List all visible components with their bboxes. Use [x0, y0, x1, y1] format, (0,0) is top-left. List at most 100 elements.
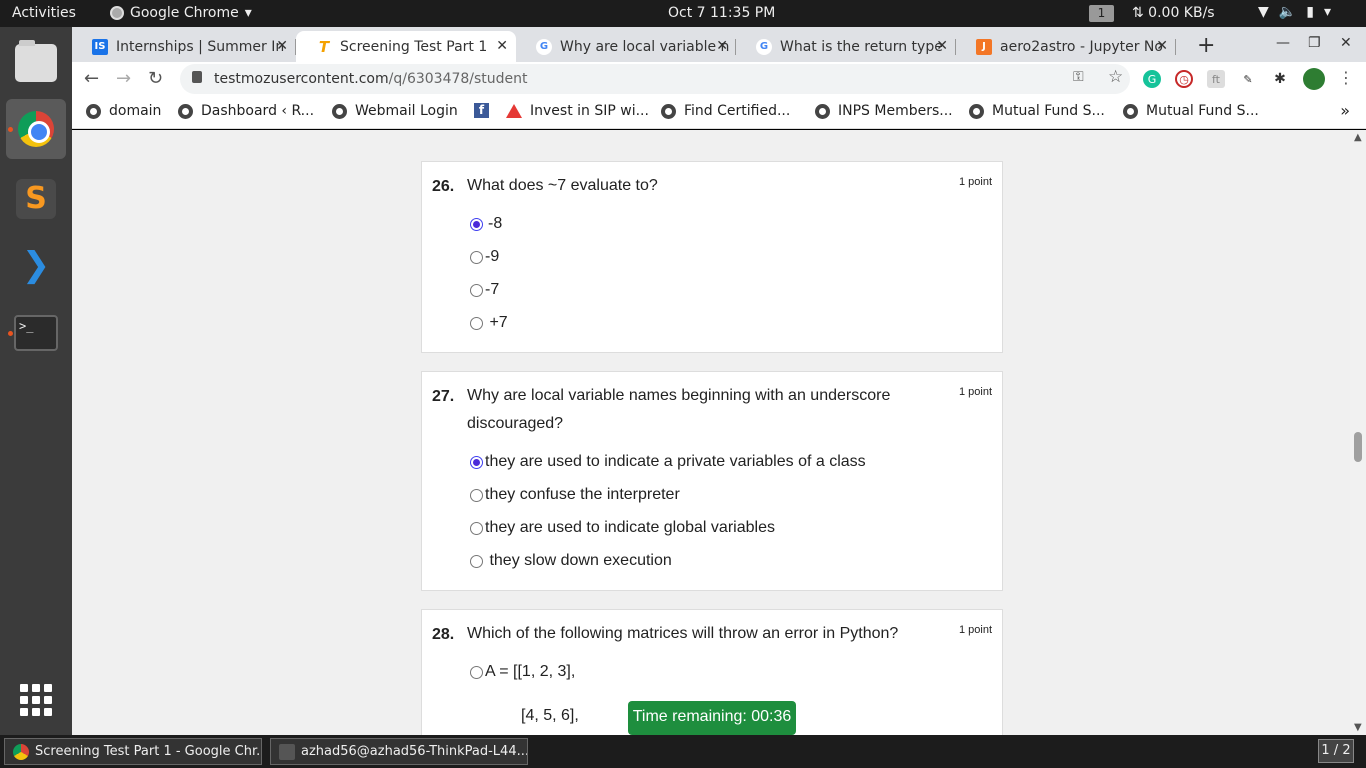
bookmark-item[interactable]: Mutual Fund S... — [969, 103, 1105, 119]
scrollbar-thumb[interactable] — [1354, 432, 1362, 462]
bookmark-item[interactable]: domain — [86, 103, 161, 119]
question-points: 1 point — [958, 386, 992, 398]
app-menu[interactable]: Google Chrome ▾ — [110, 5, 252, 21]
question-number: 28. — [432, 626, 455, 643]
answer-option[interactable]: +7 — [470, 314, 508, 332]
key-icon[interactable]: ⚿ — [1073, 69, 1084, 85]
page-content: 26. What does ~7 evaluate to? 1 point -8… — [72, 130, 1350, 735]
extension-icon[interactable]: ✎ — [1239, 70, 1257, 88]
bookmark-item[interactable]: Webmail Login — [332, 103, 458, 119]
clock[interactable]: Oct 7 11:35 PM — [668, 5, 775, 21]
bookmark-item[interactable]: Invest in SIP wi... — [506, 103, 649, 119]
bookmark-label: Find Certified... — [684, 103, 791, 119]
radio-button[interactable] — [470, 521, 483, 535]
answer-option[interactable]: they slow down execution — [470, 552, 672, 570]
close-icon[interactable]: ✕ — [276, 38, 288, 54]
bookmark-item[interactable]: Mutual Fund S... — [1123, 103, 1259, 119]
question-number: 27. — [432, 388, 455, 405]
radio-button[interactable] — [470, 488, 483, 502]
bookmark-label: Dashboard ‹ R... — [201, 103, 315, 119]
globe-icon — [661, 103, 676, 119]
option-label: +7 — [485, 314, 508, 331]
tab-return-type[interactable]: G What is the return type ✕ — [736, 31, 956, 62]
bookmark-label: Mutual Fund S... — [1146, 103, 1259, 119]
reload-button[interactable]: ↻ — [148, 68, 163, 89]
radio-button[interactable] — [470, 455, 483, 469]
sublime-text-icon: S — [16, 179, 56, 219]
jupyter-icon: J — [976, 38, 992, 55]
globe-icon — [86, 103, 101, 119]
workspace-pager[interactable]: 1 / 2 — [1318, 739, 1354, 763]
question-card-27: 27. Why are local variable names beginni… — [421, 371, 1003, 591]
answer-option[interactable]: they confuse the interpreter — [470, 486, 680, 504]
answer-option[interactable]: -9 — [470, 248, 499, 266]
google-icon: G — [536, 38, 552, 55]
close-icon[interactable]: ✕ — [1156, 38, 1168, 54]
forward-button[interactable]: → — [116, 68, 131, 89]
running-indicator — [8, 127, 13, 132]
address-bar[interactable]: testmozusercontent.com/q/6303478/student… — [180, 64, 1130, 94]
back-button[interactable]: ← — [84, 68, 99, 89]
taskbar-terminal-window[interactable]: azhad56@azhad56-ThinkPad-L44... — [270, 738, 528, 765]
tab-title: Internships | Summer In — [116, 38, 285, 55]
answer-option[interactable]: -7 — [470, 281, 499, 299]
radio-button[interactable] — [470, 554, 483, 568]
close-icon[interactable]: ✕ — [496, 38, 508, 54]
extension-icon[interactable]: ◷ — [1175, 70, 1193, 88]
extension-icon[interactable]: ft — [1207, 70, 1225, 88]
bookmark-item[interactable]: INPS Members... — [815, 103, 953, 119]
answer-option[interactable]: they are used to indicate a private vari… — [470, 453, 866, 471]
answer-option[interactable]: -8 — [470, 215, 502, 233]
close-icon[interactable]: ✕ — [936, 38, 948, 54]
bookmark-item[interactable]: Dashboard ‹ R... — [178, 103, 314, 119]
new-tab-button[interactable]: + — [1197, 33, 1215, 58]
close-window-button[interactable]: ✕ — [1340, 35, 1352, 51]
answer-option[interactable]: they are used to indicate global variabl… — [470, 519, 775, 537]
dock-terminal[interactable]: >_ — [6, 303, 66, 363]
star-icon[interactable]: ☆ — [1108, 67, 1123, 87]
tab-jupyter[interactable]: J aero2astro - Jupyter No ✕ — [956, 31, 1176, 62]
tab-local-variable[interactable]: G Why are local variable n ✕ — [516, 31, 736, 62]
minimize-button[interactable]: — — [1276, 35, 1290, 51]
answer-option[interactable]: A = [[1, 2, 3], — [470, 663, 575, 681]
dock-chrome[interactable] — [6, 99, 66, 159]
option-label: -7 — [485, 281, 500, 298]
avatar[interactable] — [1303, 68, 1325, 90]
bookmark-item[interactable]: Find Certified... — [661, 103, 790, 119]
question-text: Which of the following matrices will thr… — [467, 625, 899, 642]
google-icon: G — [756, 38, 772, 55]
kebab-menu-icon[interactable]: ⋮ — [1338, 68, 1354, 87]
chrome-icon — [18, 111, 54, 147]
tab-internships[interactable]: IS Internships | Summer In ✕ — [72, 31, 296, 62]
dock-sublime[interactable]: S — [6, 169, 66, 229]
taskbar-item-label: Screening Test Part 1 - Google Chr... — [35, 744, 262, 759]
activities-button[interactable]: Activities — [12, 5, 76, 21]
chevron-right-icon[interactable]: » — [1340, 101, 1350, 120]
restore-button[interactable]: ❐ — [1308, 35, 1321, 51]
radio-button[interactable] — [470, 316, 483, 330]
close-icon[interactable]: ✕ — [716, 38, 728, 54]
puzzle-icon[interactable]: ✱ — [1271, 70, 1289, 88]
dock-files[interactable] — [6, 33, 66, 93]
bookmark-item[interactable]: f — [474, 103, 497, 118]
radio-button[interactable] — [470, 217, 483, 231]
taskbar-chrome-window[interactable]: Screening Test Part 1 - Google Chr... — [4, 738, 262, 765]
dock-vscode[interactable]: ❯ — [6, 235, 66, 295]
bookmark-label: INPS Members... — [838, 103, 953, 119]
system-tray[interactable]: ▼ 🔈 ▮ ▾ — [1258, 4, 1331, 20]
question-text: Why are local variable names beginning w… — [467, 387, 891, 432]
tab-title: Screening Test Part 1 — [340, 38, 488, 55]
radio-button[interactable] — [470, 250, 483, 264]
tab-title: Why are local variable n — [560, 38, 730, 55]
app-menu-label: Google Chrome — [130, 5, 239, 21]
question-card-26: 26. What does ~7 evaluate to? 1 point -8… — [421, 161, 1003, 353]
scroll-down-icon[interactable]: ▼ — [1354, 722, 1362, 733]
radio-button[interactable] — [470, 665, 483, 679]
grammarly-icon[interactable]: G — [1143, 70, 1161, 88]
show-applications-icon[interactable] — [20, 684, 52, 716]
tab-screening-test[interactable]: T Screening Test Part 1 ✕ — [296, 31, 516, 62]
radio-button[interactable] — [470, 283, 483, 297]
workspace-indicator[interactable]: 1 — [1089, 5, 1114, 22]
scroll-up-icon[interactable]: ▲ — [1354, 132, 1362, 143]
page-scrollbar[interactable]: ▲ ▼ — [1350, 130, 1366, 735]
